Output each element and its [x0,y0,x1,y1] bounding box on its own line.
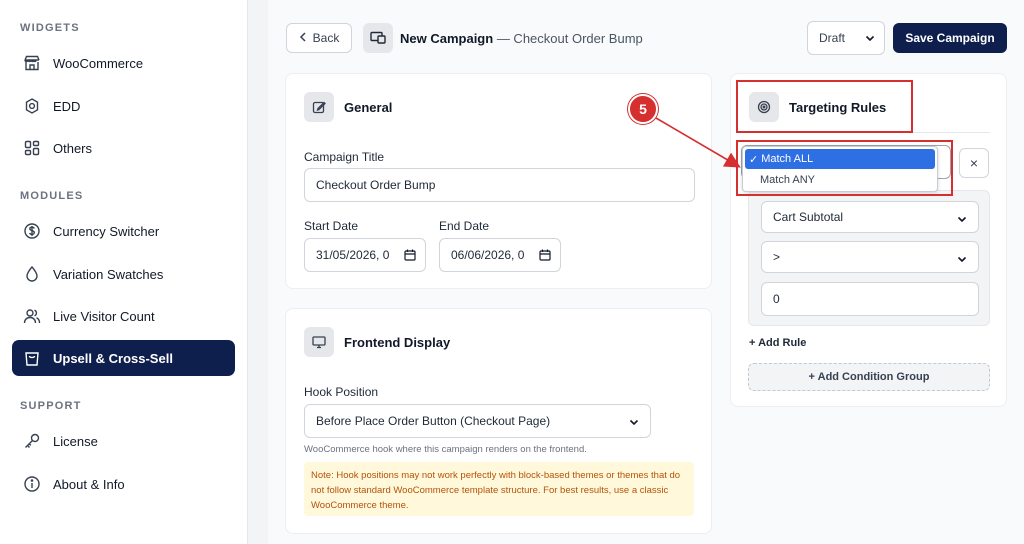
annotation-arrow [655,117,741,168]
step-number-badge: 5 [628,94,658,124]
